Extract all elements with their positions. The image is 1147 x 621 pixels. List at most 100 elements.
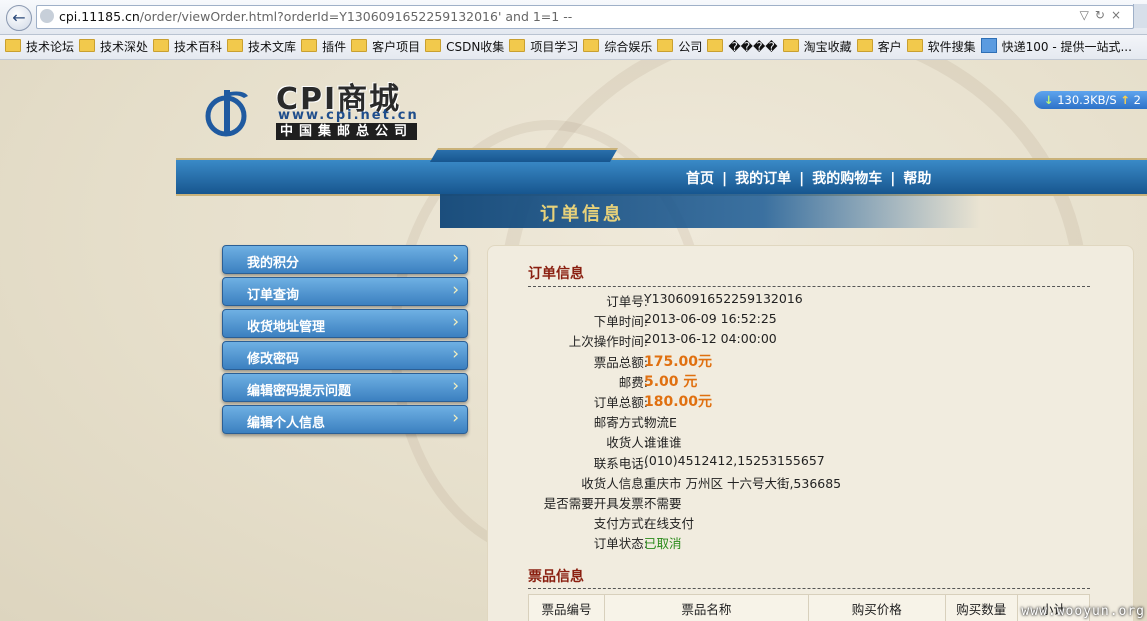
nav-separator: | [799, 171, 805, 187]
ticket-table: 票品编号 票品名称 购买价格 购买数量 小计 [528, 594, 1091, 621]
bookmark-item[interactable]: 快递100 - 提供一站式... [980, 35, 1132, 59]
order-field-label: 邮寄方式: [593, 415, 648, 431]
sidebar-item-points[interactable]: 我的积分 › [222, 245, 468, 274]
chevron-right-icon: › [452, 376, 459, 396]
ticket-info-title: 票品信息 [528, 569, 584, 585]
bookmark-label: 技术论坛 [26, 40, 75, 54]
bookmark-label: 技术百科 [174, 40, 223, 54]
bookmark-item[interactable]: 技术百科 [153, 35, 222, 59]
order-field-row: 订单总额: 180.00元 [488, 392, 1133, 412]
bookmark-label: 淘宝收藏 [803, 40, 852, 54]
page-icon [980, 38, 997, 53]
logo-subtitle: 中国集邮总公司 [276, 123, 418, 140]
order-field-value: (010)4512412,15253155657 [644, 452, 825, 468]
bookmark-label: 技术文库 [248, 40, 297, 54]
ticket-column-header: 票品编号 [528, 594, 605, 621]
sidebar-item-address[interactable]: 收货地址管理 › [222, 309, 468, 338]
order-field-label: 订单状态: [593, 536, 648, 552]
sidebar-item-password[interactable]: 修改密码 › [222, 341, 468, 370]
bookmark-item[interactable]: 插件 [301, 35, 346, 59]
bookmark-item[interactable]: 软件搜集 [906, 35, 976, 59]
reload-icon[interactable]: ↻ [1095, 8, 1111, 22]
network-speed-badge: ↓ 130.3KB/S ↑ 2 [1033, 91, 1147, 109]
nav-home[interactable]: 首页 [686, 168, 714, 188]
url-input[interactable]: cpi.11185.cn/order/viewOrder.html?orderI… [36, 5, 1134, 29]
bookmark-item[interactable]: 技术深处 [79, 35, 148, 59]
url-tools: ▽↻× [1080, 8, 1127, 22]
download-arrow-icon: ↓ [1043, 93, 1054, 107]
ticket-column-header: 购买数量 [944, 594, 1018, 621]
nav-links: 首页 | 我的订单 | 我的购物车 | 帮助 [686, 168, 931, 188]
bookmark-label: 技术深处 [100, 40, 149, 54]
nav-my-cart[interactable]: 我的购物车 [812, 168, 882, 188]
bookmark-item[interactable]: ���� [707, 35, 778, 59]
ticket-column-header: 购买价格 [807, 594, 946, 621]
folder-icon [707, 39, 724, 52]
bookmark-item[interactable]: 客户项目 [351, 35, 420, 59]
sidebar-item-label: 我的积分 [247, 256, 300, 271]
order-info-divider [528, 286, 1090, 287]
page-content: CPI商城 www.cpi.net.cn 中国集邮总公司 ↓ 130.3KB/S… [0, 60, 1147, 621]
folder-icon [5, 39, 21, 52]
order-field-value: 175.00元 [644, 353, 713, 370]
dropdown-icon[interactable]: ▽ [1080, 8, 1095, 22]
back-arrow-icon[interactable]: ← [6, 5, 32, 31]
order-field-value: 物流E [644, 415, 677, 431]
folder-icon [153, 39, 170, 52]
bookmarks-bar: 技术论坛 技术深处 技术百科 技术文库 插件 客户项目 CSDN收集 项目学习 综合娱乐 公司 ��… [0, 35, 1147, 60]
folder-icon [227, 39, 244, 52]
order-field-row: 邮费: 5.00 元 [488, 372, 1133, 392]
folder-icon [782, 39, 799, 52]
order-field-value: 谁谁谁 [644, 435, 682, 451]
bookmark-label: 插件 [322, 40, 347, 54]
order-field-value: 180.00元 [644, 394, 713, 410]
sidebar-item-profile[interactable]: 编辑个人信息 › [222, 405, 468, 434]
wooyun-watermark: www.wooyun.org [1021, 604, 1145, 619]
upload-arrow-icon: ↑ [1120, 93, 1131, 107]
url-path: /order/viewOrder.html?orderId=Y130609165… [139, 9, 573, 24]
bookmark-item[interactable]: CSDN收集 [425, 35, 504, 59]
sidebar-item-label: 收货地址管理 [247, 320, 326, 335]
globe-icon [40, 9, 54, 23]
order-field-label: 下单时间: [593, 314, 648, 330]
order-field-label: 联系电话: [593, 455, 648, 471]
order-field-label: 票品总额: [593, 354, 648, 370]
bookmark-item[interactable]: 淘宝收藏 [782, 35, 852, 59]
sidebar-item-label: 修改密码 [247, 352, 300, 367]
close-icon[interactable]: × [1111, 8, 1127, 22]
nav-my-orders[interactable]: 我的订单 [735, 168, 791, 188]
order-field-value: 重庆市 万州区 十六号大街,536685 [644, 475, 842, 491]
order-field-row: 票品总额: 175.00元 [488, 352, 1133, 372]
bookmark-item[interactable]: 技术文库 [227, 35, 296, 59]
sidebar-item-password-question[interactable]: 编辑密码提示问题 › [222, 373, 468, 402]
page-icon[interactable] [1133, 4, 1147, 28]
chevron-right-icon: › [452, 280, 459, 300]
section-banner [440, 194, 980, 228]
order-field-value: Y1306091652259132016 [644, 291, 803, 306]
bookmark-item[interactable]: 技术论坛 [5, 35, 74, 59]
bookmark-label: 综合娱乐 [604, 40, 653, 54]
bookmark-label: ���� [728, 40, 778, 54]
download-speed: 130.3KB/S [1057, 93, 1117, 107]
folder-icon [906, 39, 923, 52]
order-field-row: 联系电话: (010)4512412,15253155657 [488, 453, 1133, 473]
bookmark-item[interactable]: 公司 [657, 35, 702, 59]
bookmark-item[interactable]: 客户 [856, 35, 902, 59]
order-field-value: 已取消 [644, 536, 682, 552]
bookmark-item[interactable]: 综合娱乐 [583, 35, 652, 59]
bookmark-label: 客户项目 [372, 40, 421, 54]
order-field-label: 订单总额: [593, 395, 648, 410]
order-field-label: 订单号: [606, 294, 648, 309]
order-field-label: 收货人: [606, 435, 648, 451]
bookmark-item[interactable]: 项目学习 [509, 35, 578, 59]
main-navbar: 首页 | 我的订单 | 我的购物车 | 帮助 [176, 148, 1147, 196]
order-field-label: 是否需要开具发票: [543, 496, 648, 511]
upload-speed: 2 [1133, 93, 1141, 107]
ticket-table-header: 票品编号 票品名称 购买价格 购买数量 小计 [528, 594, 1091, 621]
sidebar-item-label: 编辑密码提示问题 [247, 384, 352, 399]
nav-help[interactable]: 帮助 [903, 168, 931, 188]
order-field-label: 支付方式: [593, 516, 648, 532]
order-info-title: 订单信息 [528, 266, 584, 282]
folder-icon [583, 39, 600, 52]
sidebar-item-order-query[interactable]: 订单查询 › [222, 277, 468, 306]
